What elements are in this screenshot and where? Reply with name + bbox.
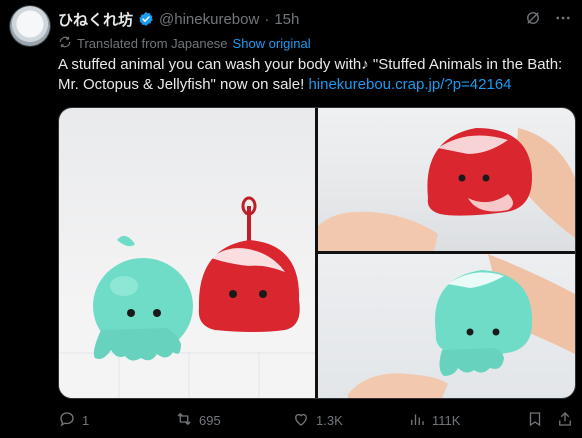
share-button[interactable] <box>556 410 574 431</box>
views-icon <box>408 410 426 431</box>
photo-octopus-hand[interactable] <box>318 108 575 251</box>
reply-button[interactable]: 1 <box>58 410 89 431</box>
repost-count: 695 <box>199 412 221 428</box>
tweet-text: A stuffed animal you can wash your body … <box>58 55 574 95</box>
translation-note: Translated from Japanese <box>77 36 228 51</box>
repost-button[interactable]: 695 <box>175 410 221 431</box>
timestamp[interactable]: 15h <box>274 11 299 28</box>
action-bar: 1 695 1.3K 111K <box>58 409 574 431</box>
avatar[interactable] <box>10 6 50 46</box>
octopus-plush <box>198 196 300 332</box>
share-icon <box>556 410 574 431</box>
media-grid <box>58 107 576 399</box>
translate-icon <box>58 35 72 52</box>
photo-plushies[interactable] <box>59 108 315 398</box>
reply-icon <box>58 410 76 431</box>
tweet-header: ひねくれ坊 @hinekurebow · 15h <box>58 9 570 29</box>
reply-count: 1 <box>82 412 90 428</box>
like-count: 1.3K <box>316 412 343 428</box>
like-button[interactable]: 1.3K <box>292 410 343 431</box>
handle[interactable]: @hinekurebow <box>159 11 259 28</box>
show-original-link[interactable]: Show original <box>233 36 311 51</box>
display-name[interactable]: ひねくれ坊 <box>58 9 133 30</box>
bookmark-icon <box>526 410 544 431</box>
bookmark-button[interactable] <box>526 410 544 431</box>
photo-jellyfish-hand[interactable] <box>318 254 575 398</box>
jellyfish-plush <box>93 235 193 361</box>
translation-bar: Translated from Japanese Show original <box>58 35 311 52</box>
grok-icon[interactable] <box>524 9 542 32</box>
like-icon <box>292 410 310 431</box>
views-button[interactable]: 111K <box>408 410 460 431</box>
tweet-link[interactable]: hinekurebou.crap.jp/?p=42164 <box>308 76 511 93</box>
separator: · <box>264 10 270 28</box>
verified-badge-icon <box>138 11 154 27</box>
more-icon[interactable] <box>554 9 572 32</box>
views-count: 111K <box>432 412 461 428</box>
repost-icon <box>175 410 193 431</box>
